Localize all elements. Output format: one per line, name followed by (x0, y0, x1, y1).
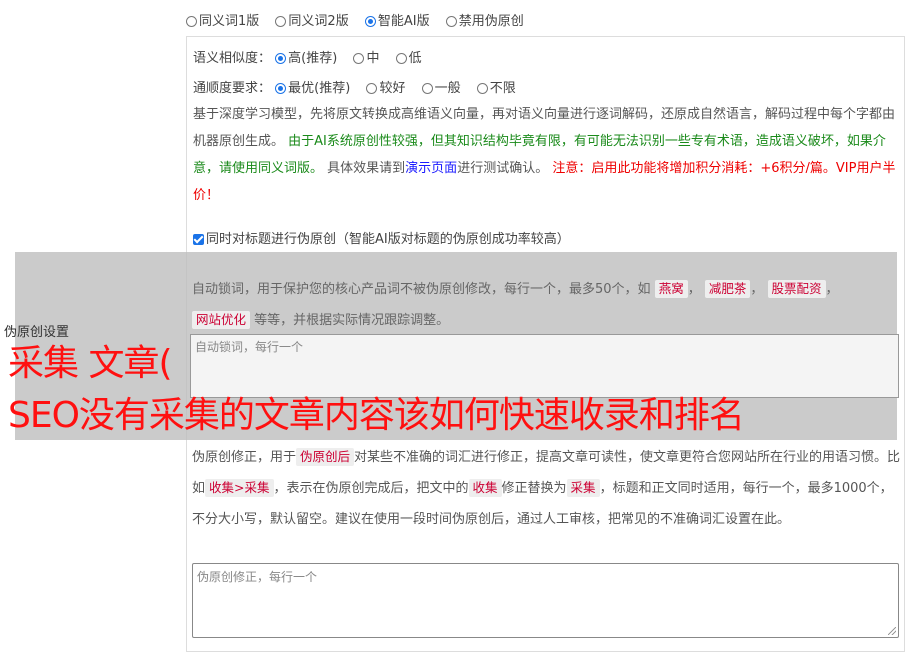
fluency-best[interactable]: 最优(推荐) (275, 77, 350, 96)
demo-pre-text: 具体效果请到 (327, 161, 406, 176)
radio-icon[interactable] (275, 16, 287, 27)
resize-grip-icon[interactable] (888, 627, 896, 635)
lock-tag: 网站优化 (192, 311, 251, 329)
fluency-normal[interactable]: 一般 (421, 77, 461, 96)
option-ai-version[interactable]: 智能AI版 (364, 10, 430, 29)
overlay-headline: 采集 文章( SEO没有采集的文章内容该如何快速收录和排名 (8, 338, 745, 442)
lock-tag: 股票配资 (767, 280, 826, 298)
correction-tag: 收集>采集 (205, 479, 274, 497)
correction-tag: 伪原创后 (296, 448, 355, 466)
radio-icon[interactable] (445, 16, 457, 27)
headline-line-2: SEO没有采集的文章内容该如何快速收录和排名 (8, 395, 745, 436)
version-options: 同义词1版 同义词2版 智能AI版 禁用伪原创 (186, 10, 536, 29)
option-synonym-v1[interactable]: 同义词1版 (186, 10, 259, 29)
fluency-good[interactable]: 较好 (366, 77, 405, 96)
checkbox-checked-icon[interactable] (193, 234, 204, 245)
radio-icon[interactable] (395, 53, 407, 64)
correction-tag: 收集 (468, 479, 502, 497)
lock-tag: 减肥茶 (704, 280, 751, 298)
radio-selected-icon[interactable] (364, 16, 376, 27)
fluency-label: 通顺度要求： (193, 81, 272, 96)
lock-tag: 燕窝 (654, 280, 688, 298)
headline-line-1: 采集 文章( (8, 343, 172, 384)
ai-description: 基于深度学习模型，先将原文转换成高维语义向量，再对语义向量进行逐词解码，还原成自… (193, 101, 899, 209)
fluency-unlimited[interactable]: 不限 (476, 77, 516, 96)
radio-icon[interactable] (476, 83, 488, 94)
title-rewrite-row: 同时对标题进行伪原创（智能AI版对标题的伪原创成功率较高） (193, 228, 570, 247)
similarity-high[interactable]: 高(推荐) (275, 47, 337, 66)
fluency-row: 通顺度要求： 最优(推荐) 较好 一般 不限 (193, 77, 528, 96)
lock-words-description: 自动锁词，用于保护您的核心产品词不被伪原创修改，每行一个，最多50个，如 燕窝，… (192, 280, 839, 329)
correction-description: 伪原创修正，用于 伪原创后 对某些不准确的词汇进行修正，提高文章可读性，使文章更符合… (192, 448, 901, 527)
correction-placeholder: 伪原创修正，每行一个 (197, 570, 318, 584)
demo-post-text: 进行测试确认。 (457, 161, 549, 176)
option-disable-rewrite[interactable]: 禁用伪原创 (445, 10, 524, 29)
radio-selected-icon[interactable] (275, 83, 287, 94)
correction-tag: 采集 (566, 479, 600, 497)
radio-icon[interactable] (421, 83, 433, 94)
title-rewrite-checkbox[interactable]: 同时对标题进行伪原创（智能AI版对标题的伪原创成功率较高） (193, 232, 570, 247)
radio-icon[interactable] (186, 16, 197, 27)
option-synonym-v2[interactable]: 同义词2版 (275, 10, 349, 29)
similarity-medium[interactable]: 中 (353, 47, 379, 66)
similarity-row: 语义相似度： 高(推荐) 中 低 (193, 47, 434, 66)
demo-page-link[interactable]: 演示页面 (405, 161, 457, 176)
similarity-label: 语义相似度： (193, 51, 272, 66)
radio-icon[interactable] (353, 53, 365, 64)
correction-textarea[interactable]: 伪原创修正，每行一个 (192, 563, 899, 638)
radio-selected-icon[interactable] (275, 53, 287, 64)
similarity-low[interactable]: 低 (395, 47, 422, 66)
radio-icon[interactable] (366, 83, 378, 94)
